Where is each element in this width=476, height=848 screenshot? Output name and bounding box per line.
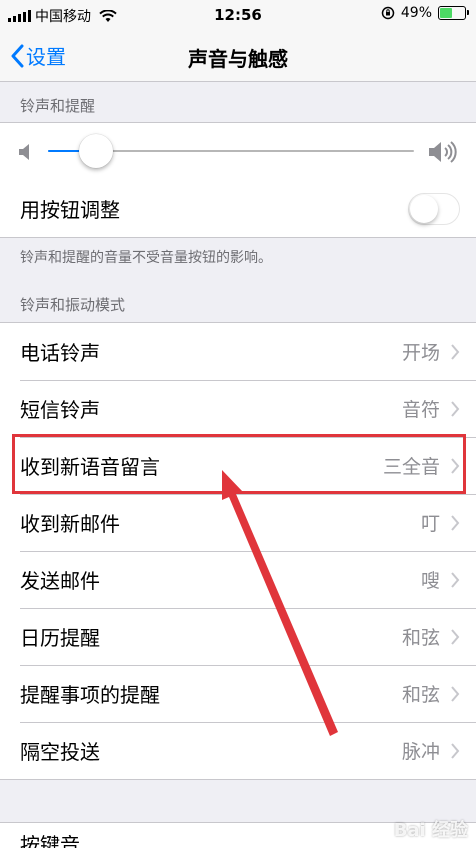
- item-label: 日历提醒: [20, 626, 100, 650]
- change-with-buttons-toggle[interactable]: [408, 192, 460, 225]
- chevron-right-icon: [451, 628, 460, 645]
- chevron-right-icon: [451, 343, 460, 360]
- toggle-knob: [410, 194, 438, 223]
- item-value: 脉冲: [401, 741, 440, 763]
- item-label: 隔空投送: [20, 740, 100, 764]
- item-label: 发送邮件: [20, 569, 100, 593]
- item-value: 音符: [401, 399, 440, 421]
- volume-high-icon: [429, 141, 457, 163]
- item-label: 收到新邮件: [20, 512, 120, 536]
- chevron-right-icon: [451, 457, 460, 474]
- item-label: 短信铃声: [20, 398, 100, 422]
- list-item-reminder-alerts[interactable]: 提醒事项的提醒 和弦: [0, 665, 476, 722]
- item-label: 收到新语音留言: [20, 455, 160, 479]
- item-value: 和弦: [401, 627, 440, 649]
- status-bar: 中国移动 12:56 49%: [0, 0, 476, 30]
- item-value: 和弦: [401, 684, 440, 706]
- volume-slider-thumb[interactable]: [78, 134, 113, 168]
- item-label: 提醒事项的提醒: [20, 683, 160, 707]
- status-right: 49%: [381, 5, 469, 21]
- section-header-patterns: 铃声和振动模式: [20, 296, 126, 314]
- item-value: 嗖: [420, 570, 440, 592]
- item-value: 叮: [420, 513, 440, 535]
- list-item-ringtone[interactable]: 电话铃声 开场: [0, 323, 476, 380]
- battery-percent: 49%: [400, 5, 432, 21]
- nav-bar: 设置 声音与触感: [0, 30, 476, 82]
- change-with-buttons-row: 用按钮调整: [0, 180, 476, 237]
- ringer-group: 用按钮调整: [0, 122, 476, 238]
- patterns-group: 电话铃声 开场 短信铃声 音符 收到新语音留言 三全音 收到新邮件 叮 发送邮件…: [0, 322, 476, 780]
- ringer-footer-note: 铃声和提醒的音量不受音量按钮的影响。: [20, 250, 272, 266]
- list-item-new-mail[interactable]: 收到新邮件 叮: [0, 494, 476, 551]
- change-with-buttons-label: 用按钮调整: [20, 198, 120, 222]
- chevron-right-icon: [451, 514, 460, 531]
- item-label: 电话铃声: [20, 341, 100, 365]
- item-value: 三全音: [382, 456, 440, 478]
- list-item-airdrop[interactable]: 隔空投送 脉冲: [0, 722, 476, 779]
- section-header-ringer: 铃声和提醒: [20, 97, 96, 115]
- watermark: Bai 经验: [393, 820, 468, 841]
- chevron-right-icon: [451, 571, 460, 588]
- list-item-text-tone[interactable]: 短信铃声 音符: [0, 380, 476, 437]
- chevron-right-icon: [451, 685, 460, 702]
- chevron-right-icon: [451, 400, 460, 417]
- volume-slider-row: [0, 123, 476, 180]
- battery-icon: [438, 6, 469, 20]
- list-item-calendar-alerts[interactable]: 日历提醒 和弦: [0, 608, 476, 665]
- list-item-new-voicemail[interactable]: 收到新语音留言 三全音: [0, 437, 476, 494]
- list-item-sent-mail[interactable]: 发送邮件 嗖: [0, 551, 476, 608]
- volume-low-icon: [19, 144, 29, 160]
- rotation-lock-icon: [381, 6, 395, 20]
- page-title: 声音与触感: [188, 47, 288, 71]
- battery-fill: [440, 8, 452, 18]
- chevron-right-icon: [451, 742, 460, 759]
- item-value: 开场: [401, 342, 440, 364]
